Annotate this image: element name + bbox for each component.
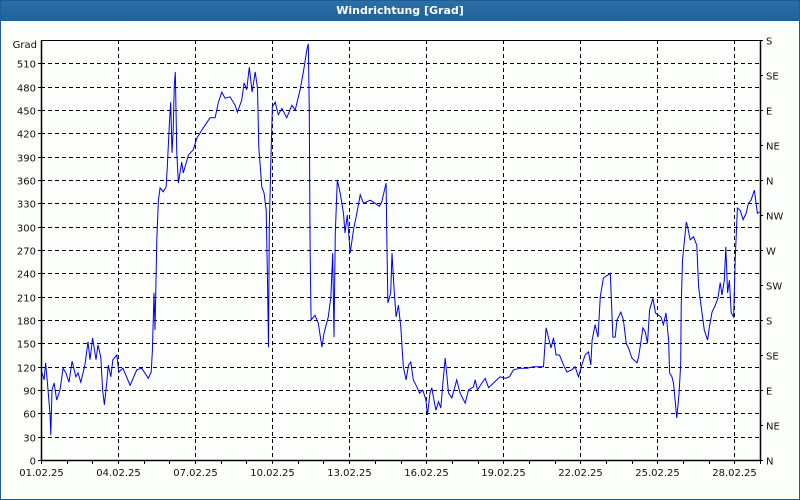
y-tick-label: 60 bbox=[23, 410, 36, 421]
x-tick-label: 13.02.25 bbox=[327, 468, 372, 479]
y2-tick-label: N bbox=[766, 457, 773, 468]
y-tick-label: 450 bbox=[17, 107, 36, 118]
y2-tick-label: SW bbox=[766, 282, 782, 293]
x-tick-label: 07.02.25 bbox=[173, 468, 218, 479]
y-tick-label: 420 bbox=[17, 130, 36, 141]
x-tick-label: 16.02.25 bbox=[404, 468, 449, 479]
x-tick-label: 04.02.25 bbox=[96, 468, 141, 479]
y-tick-label: 270 bbox=[17, 247, 36, 258]
chart-window: Windrichtung [Grad] Grad 0 30 60 90 120 150 18… bbox=[0, 0, 800, 500]
y2-tick-label: W bbox=[766, 247, 776, 258]
x-tick-label: 28.02.25 bbox=[712, 468, 757, 479]
y2-tick-label: E bbox=[766, 107, 772, 118]
x-tick-label: 01.02.25 bbox=[19, 468, 64, 479]
y2-tick-label: NW bbox=[766, 212, 783, 223]
y-tick-label: 150 bbox=[17, 340, 36, 351]
series-line-windrichtung bbox=[41, 43, 760, 436]
y-axis-label: Grad bbox=[13, 40, 37, 51]
y-tick-label: 90 bbox=[23, 387, 36, 398]
y2-tick-label: E bbox=[766, 387, 772, 398]
y2-tick-label: NE bbox=[766, 142, 780, 153]
x-tick-label: 22.02.25 bbox=[558, 468, 603, 479]
y-tick-label: 240 bbox=[17, 270, 36, 281]
y-tick-label: 30 bbox=[23, 434, 36, 445]
y-tick-label: 390 bbox=[17, 154, 36, 165]
y2-tick-label: NE bbox=[766, 422, 780, 433]
y2-tick-label: S bbox=[766, 317, 772, 328]
y2-tick-label: S bbox=[766, 37, 772, 48]
x-tick-label: 10.02.25 bbox=[250, 468, 295, 479]
y-tick-label: 330 bbox=[17, 200, 36, 211]
y-tick-label: 180 bbox=[17, 317, 36, 328]
wind-direction-chart: Grad 0 30 60 90 120 150 180 210 240 270 300 330 360 3… bbox=[13, 37, 784, 480]
x-tick-label: 19.02.25 bbox=[481, 468, 526, 479]
x-tick-label: 25.02.25 bbox=[635, 468, 680, 479]
y-tick-label: 480 bbox=[17, 84, 36, 95]
y-tick-label: 210 bbox=[17, 294, 36, 305]
y2-tick-label: SE bbox=[766, 352, 779, 363]
y-tick-label: 300 bbox=[17, 224, 36, 235]
y-tick-label: 510 bbox=[17, 60, 36, 71]
y-tick-label: 0 bbox=[30, 457, 36, 468]
y2-tick-label: N bbox=[766, 177, 773, 188]
y-tick-label: 120 bbox=[17, 364, 36, 375]
y2-tick-label: SE bbox=[766, 72, 779, 83]
y-tick-label: 360 bbox=[17, 177, 36, 188]
